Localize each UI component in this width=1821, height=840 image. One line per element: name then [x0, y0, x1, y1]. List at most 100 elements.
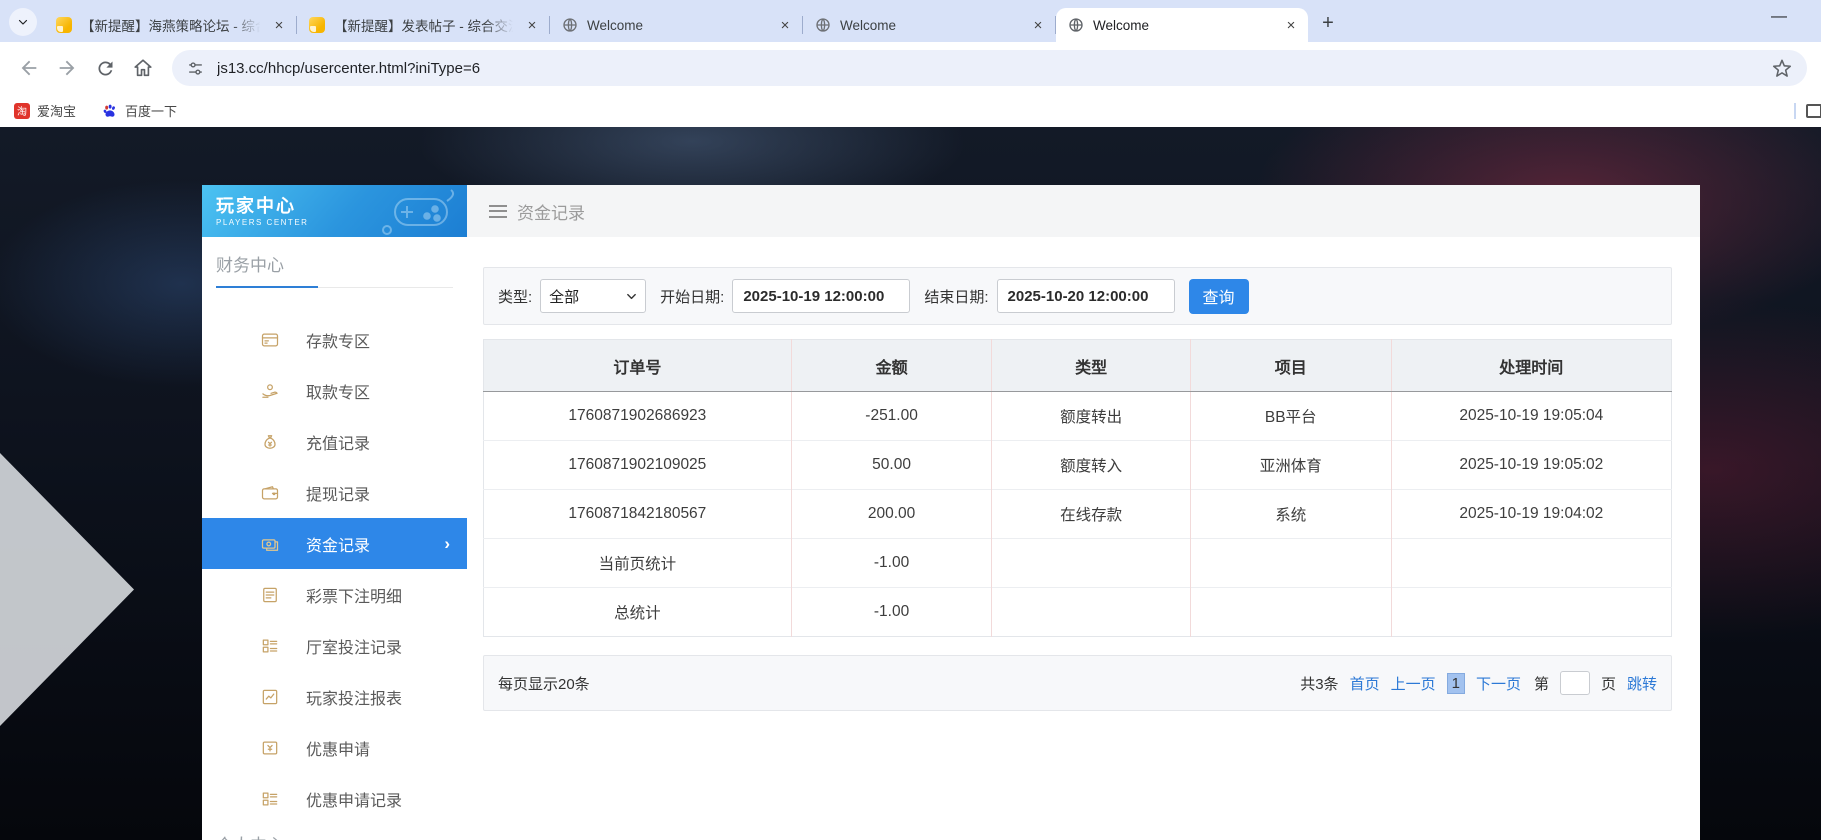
user-center-panel: 玩家中心 PLAYERS CENTER 财务中心 存款专区 取款专区 [202, 185, 1700, 840]
sidebar-item-label: 资金记录 [306, 532, 370, 556]
browser-tab-active[interactable]: Welcome × [1056, 8, 1308, 42]
cell-type: 额度转入 [992, 441, 1190, 490]
wallet-icon [260, 483, 280, 503]
tab-close-icon[interactable]: × [1029, 16, 1047, 34]
gamepad-icon [367, 189, 459, 235]
sidebar-item-label: 优惠申请记录 [306, 787, 402, 811]
sidebar-item-recharge-records[interactable]: 充值记录 [202, 416, 467, 467]
tab-close-icon[interactable]: × [270, 16, 288, 34]
tab-title: Welcome [840, 18, 1023, 33]
browser-tab[interactable]: Welcome × [550, 8, 802, 42]
address-bar[interactable]: js13.cc/hhcp/usercenter.html?iniType=6 [172, 50, 1807, 86]
pagination-bar: 每页显示20条 共3条 首页 上一页 1 下一页 第 页 跳转 [483, 655, 1672, 711]
cell-amount: 50.00 [791, 441, 992, 490]
cell-stats-label: 当前页统计 [484, 539, 792, 588]
cell-order-id: 1760871902686923 [484, 392, 792, 441]
bookmark-star-icon[interactable] [1771, 57, 1793, 79]
back-button[interactable] [14, 53, 44, 83]
cell-project [1190, 588, 1391, 637]
browser-window: 【新提醒】海燕策略论坛 - 综合 × 【新提醒】发表帖子 - 综合交流 × We… [0, 0, 1821, 840]
cell-process-time [1391, 588, 1671, 637]
col-process-time: 处理时间 [1391, 340, 1671, 392]
type-select[interactable]: 全部 [540, 279, 646, 313]
sidebar-item-withdraw-zone[interactable]: 取款专区 [202, 365, 467, 416]
sidebar: 玩家中心 PLAYERS CENTER 财务中心 存款专区 取款专区 [202, 185, 467, 840]
search-button[interactable]: 查询 [1189, 279, 1249, 314]
tab-search-button[interactable] [9, 8, 37, 36]
url-text[interactable]: js13.cc/hhcp/usercenter.html?iniType=6 [217, 60, 1771, 77]
cell-order-id: 1760871842180567 [484, 490, 792, 539]
bookmarks-divider [1794, 103, 1796, 119]
filter-bar: 类型: 全部 开始日期: 结束日期: 查询 [483, 267, 1672, 325]
tab-title: Welcome [1093, 18, 1276, 33]
tab-close-icon[interactable]: × [776, 16, 794, 34]
new-tab-button[interactable]: + [1314, 9, 1342, 37]
end-date-label: 结束日期: [924, 286, 988, 307]
bookmark-baidu[interactable]: 百度一下 [102, 101, 177, 120]
sidebar-item-promo-apply[interactable]: 优惠申请 [202, 722, 467, 773]
sidebar-item-hall-bet-records[interactable]: 厅室投注记录 [202, 620, 467, 671]
sidebar-menu: 存款专区 取款专区 充值记录 提现记录 [202, 314, 467, 824]
current-page-number[interactable]: 1 [1447, 673, 1465, 694]
end-date-input[interactable] [997, 279, 1175, 313]
main-header: 资金记录 [467, 185, 1700, 237]
next-page-link[interactable]: 下一页 [1476, 673, 1521, 694]
bookmark-label: 爱淘宝 [37, 101, 76, 120]
sidebar-item-fund-records[interactable]: 资金记录 › [202, 518, 467, 569]
prev-page-link[interactable]: 上一页 [1391, 673, 1436, 694]
bookmark-taobao[interactable]: 淘 爱淘宝 [14, 101, 76, 120]
cell-amount: -1.00 [791, 539, 992, 588]
tab-title: 【新提醒】发表帖子 - 综合交流 [334, 15, 517, 35]
tab-strip: 【新提醒】海燕策略论坛 - 综合 × 【新提醒】发表帖子 - 综合交流 × We… [0, 0, 1821, 42]
coupon-icon [260, 738, 280, 758]
minimize-button[interactable]: — [1759, 8, 1799, 26]
background-triangle [0, 453, 134, 726]
page-title: 资金记录 [517, 199, 585, 224]
browser-tab[interactable]: 【新提醒】海燕策略论坛 - 综合 × [44, 8, 296, 42]
sidebar-item-lottery-bet-details[interactable]: 彩票下注明细 [202, 569, 467, 620]
sidebar-item-label: 彩票下注明细 [306, 583, 402, 607]
browser-toolbar: js13.cc/hhcp/usercenter.html?iniType=6 [0, 42, 1821, 94]
page-prefix-text: 第 [1534, 673, 1549, 694]
browser-tab[interactable]: 【新提醒】发表帖子 - 综合交流 × [297, 8, 549, 42]
main-body: 类型: 全部 开始日期: 结束日期: 查询 [467, 237, 1700, 840]
jump-link[interactable]: 跳转 [1627, 673, 1657, 694]
tab-close-icon[interactable]: × [1282, 16, 1300, 34]
tab-close-icon[interactable]: × [523, 16, 541, 34]
col-project: 项目 [1190, 340, 1391, 392]
first-page-link[interactable]: 首页 [1350, 673, 1380, 694]
cell-amount: 200.00 [791, 490, 992, 539]
sidebar-item-promo-apply-records[interactable]: 优惠申请记录 [202, 773, 467, 824]
bookmarks-bar: 淘 爱淘宝 百度一下 [0, 94, 1821, 127]
sidebar-item-deposit-zone[interactable]: 存款专区 [202, 314, 467, 365]
cell-order-id: 1760871902109025 [484, 441, 792, 490]
col-amount: 金额 [791, 340, 992, 392]
cell-process-time [1391, 539, 1671, 588]
sidebar-item-label: 取款专区 [306, 379, 370, 403]
forward-button[interactable] [52, 53, 82, 83]
reload-button[interactable] [90, 53, 120, 83]
menu-toggle-icon[interactable] [489, 205, 507, 218]
bookmark-label: 百度一下 [125, 101, 177, 120]
cell-project: 系统 [1190, 490, 1391, 539]
start-date-input[interactable] [732, 279, 910, 313]
browser-tab[interactable]: Welcome × [803, 8, 1055, 42]
cell-type: 额度转出 [992, 392, 1190, 441]
col-order-id: 订单号 [484, 340, 792, 392]
cell-process-time: 2025-10-19 19:05:04 [1391, 392, 1671, 441]
sidebar-item-player-bet-report[interactable]: 玩家投注报表 [202, 671, 467, 722]
list-icon [260, 636, 280, 656]
main-content: 资金记录 类型: 全部 开始日期: 结束日期: 查询 [467, 185, 1700, 840]
sidebar-header: 玩家中心 PLAYERS CENTER [202, 185, 467, 237]
sidebar-item-label: 玩家投注报表 [306, 685, 402, 709]
start-date-label: 开始日期: [660, 286, 724, 307]
sidebar-item-withdrawal-records[interactable]: 提现记录 [202, 467, 467, 518]
type-label: 类型: [498, 286, 532, 307]
jump-page-input[interactable] [1560, 671, 1590, 695]
cell-project: 亚洲体育 [1190, 441, 1391, 490]
home-button[interactable] [128, 53, 158, 83]
bookmarks-overflow-icon[interactable] [1806, 104, 1821, 118]
tab-title: Welcome [587, 18, 770, 33]
globe-favicon-icon [815, 17, 831, 33]
section-finance-center: 财务中心 [216, 251, 453, 288]
